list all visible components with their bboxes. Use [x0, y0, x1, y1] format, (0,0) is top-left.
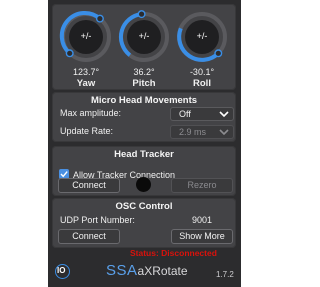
show-more-button[interactable]: Show More [171, 229, 233, 244]
udp-port-label: UDP Port Number: [60, 215, 135, 225]
osc-status-text: Status: Disconnected [130, 248, 217, 258]
roll-value: -30.1° [189, 67, 215, 77]
head-tracker-panel: Head Tracker Allow Tracker Connection Co… [52, 146, 236, 196]
osc-connect-button[interactable]: Connect [58, 229, 120, 244]
roll-label: Roll [193, 78, 211, 89]
brand-plugin: aXRotate [137, 264, 188, 278]
yaw-dial-button[interactable]: +/- [58, 31, 114, 41]
yaw-dial[interactable]: +/- [58, 9, 114, 65]
pitch-value: 36.2° [133, 67, 155, 77]
osc-panel: OSC Control UDP Port Number: 9001 Connec… [52, 198, 236, 248]
udp-port-field[interactable]: 9001 [192, 215, 212, 225]
plugin-window: +/- 123.7° Yaw +/- 36.2° Pitch +/- -30.1… [48, 0, 241, 287]
max-amplitude-select[interactable]: Off [170, 107, 234, 121]
brand-logo: SSAaXRotate [106, 262, 188, 280]
update-rate-label: Update Rate: [60, 126, 114, 136]
tracker-connect-button[interactable]: Connect [58, 178, 120, 193]
rezero-button[interactable]: Rezero [171, 178, 233, 193]
update-rate-select[interactable]: 2.9 ms [170, 125, 234, 139]
io-logo-text: IO [57, 266, 66, 275]
chevron-down-icon [219, 129, 229, 136]
micro-head-panel: Micro Head Movements Max amplitude: Off … [52, 92, 236, 142]
yaw-label: Yaw [76, 78, 96, 89]
pitch-label: Pitch [132, 78, 156, 89]
version-label: 1.7.2 [216, 270, 234, 279]
max-amplitude-value: Off [179, 109, 191, 119]
rotation-panel: +/- 123.7° Yaw +/- 36.2° Pitch +/- -30.1… [52, 4, 236, 90]
pitch-dial-button[interactable]: +/- [116, 31, 172, 41]
io-logo: IO [55, 264, 70, 279]
roll-dial-button[interactable]: +/- [174, 31, 230, 41]
yaw-value: 123.7° [72, 67, 100, 77]
update-rate-value: 2.9 ms [179, 127, 207, 137]
max-amplitude-label: Max amplitude: [60, 108, 122, 118]
head-tracker-title: Head Tracker [114, 149, 174, 160]
pitch-dial[interactable]: +/- [116, 9, 172, 65]
micro-head-title: Micro Head Movements [90, 95, 198, 106]
osc-title: OSC Control [115, 201, 173, 212]
chevron-down-icon [219, 111, 229, 118]
brand-main: SSA [106, 262, 138, 279]
tracker-status-indicator [136, 177, 151, 192]
roll-dial[interactable]: +/- [174, 9, 230, 65]
